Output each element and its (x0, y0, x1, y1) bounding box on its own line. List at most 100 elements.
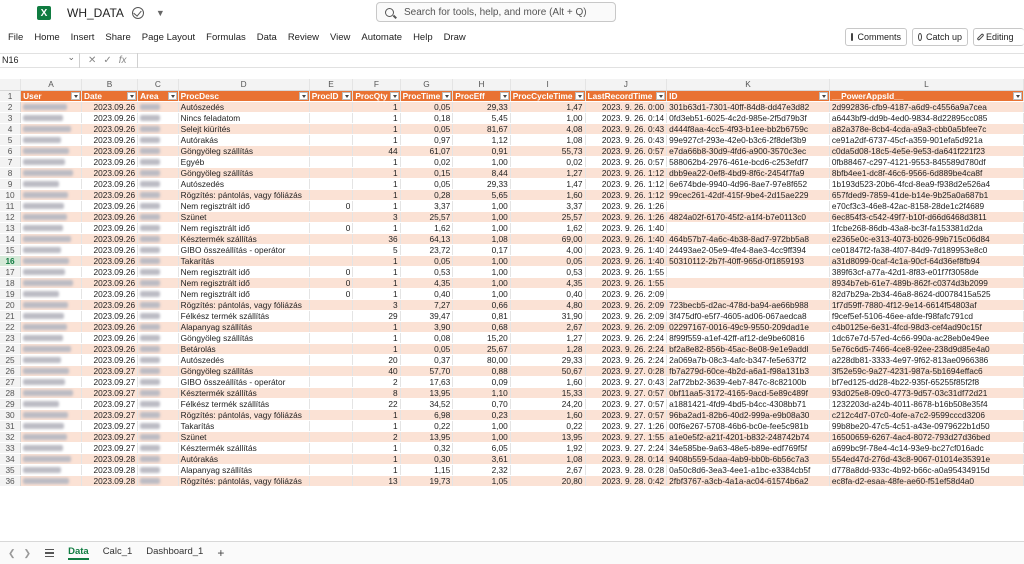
powerappsid-cell[interactable]: 3f52e59c-9a27-4231-987a-5b1694effac6 (829, 365, 1024, 377)
editing-mode-button[interactable]: Editing (973, 28, 1024, 46)
user-cell-redacted[interactable] (20, 365, 82, 377)
lastrecordtime-cell[interactable]: 2023. 9. 26. 1:40 (585, 222, 668, 234)
menu-view[interactable]: View (330, 32, 350, 43)
row-number[interactable]: 32 (0, 431, 22, 443)
proctime-cell[interactable]: 0,28 (400, 189, 454, 201)
menu-draw[interactable]: Draw (444, 32, 466, 43)
procid-cell[interactable] (309, 101, 354, 113)
column-header[interactable]: A (20, 79, 82, 91)
row-number[interactable]: 2 (0, 101, 22, 113)
menu-home[interactable]: Home (34, 32, 59, 43)
user-cell-redacted[interactable] (20, 200, 82, 212)
powerappsid-cell[interactable]: 99b8be20-47c5-4c51-a43e-0979622b1d50 (829, 420, 1024, 432)
area-cell-redacted[interactable] (137, 431, 179, 443)
procid-cell[interactable] (309, 332, 354, 344)
proccycletime-cell[interactable]: 29,33 (510, 354, 586, 366)
procdesc-cell[interactable]: Félkész termék szállítás (178, 310, 310, 322)
row-number[interactable]: 18 (0, 277, 22, 289)
powerappsid-cell[interactable]: 82d7b29a-2b34-46a8-8624-d0078415a525 (829, 288, 1024, 300)
proctime-cell[interactable]: 34,52 (400, 398, 454, 410)
proccycletime-cell[interactable]: 3,37 (510, 200, 586, 212)
procdesc-cell[interactable]: Nem regisztrált idő (178, 222, 310, 234)
powerappsid-cell[interactable]: a228db81-3333-4e97-9f62-813ae0966386 (829, 354, 1024, 366)
menu-page-layout[interactable]: Page Layout (142, 32, 195, 43)
table-header-cell[interactable]: LastRecordTime (585, 90, 668, 102)
id-cell[interactable]: 588062b4-2976-461e-bcd6-c253efdf7 (666, 156, 830, 168)
procqty-cell[interactable]: 1 (352, 156, 401, 168)
sheet-tab-calc-1[interactable]: Calc_1 (103, 546, 133, 560)
date-cell[interactable]: 2023.09.28 (81, 475, 139, 487)
user-cell-redacted[interactable] (20, 222, 82, 234)
procdesc-cell[interactable]: Nem regisztrált idő (178, 277, 310, 289)
filter-dropdown-icon[interactable] (499, 91, 509, 100)
area-cell-redacted[interactable] (137, 354, 179, 366)
powerappsid-cell[interactable]: a31d8099-0caf-4c1a-90cf-64d36ef8fb94 (829, 255, 1024, 267)
id-cell[interactable]: e7da66b8-30d9-4fd6-a900-3570c3ec (666, 145, 830, 157)
powerappsid-cell[interactable]: 8bfb4ee1-dc8f-46c6-9566-6d889be4ca8f (829, 167, 1024, 179)
lastrecordtime-cell[interactable]: 2023. 9. 27. 0:28 (585, 365, 668, 377)
proceff-cell[interactable]: 8,44 (452, 167, 511, 179)
powerappsid-cell[interactable]: e2365e0c-e313-4073-b026-99b715c06d84 (829, 233, 1024, 245)
area-cell-redacted[interactable] (137, 387, 179, 399)
date-cell[interactable]: 2023.09.26 (81, 321, 139, 333)
area-cell-redacted[interactable] (137, 167, 179, 179)
proctime-cell[interactable]: 13,95 (400, 387, 454, 399)
powerappsid-cell[interactable]: c0da5d08-18c5-4e5e-9e53-da641f221f23 (829, 145, 1024, 157)
procdesc-cell[interactable]: Szünet (178, 211, 310, 223)
date-cell[interactable]: 2023.09.27 (81, 365, 139, 377)
id-cell[interactable]: 0fd3eb51-6025-4c2d-985e-2f5d79b3f (666, 112, 830, 124)
proceff-cell[interactable]: 0,17 (452, 244, 511, 256)
powerappsid-cell[interactable]: 1232203d-a24b-4011-8678-b16b508e35f4 (829, 398, 1024, 410)
user-cell-redacted[interactable] (20, 156, 82, 168)
user-cell-redacted[interactable] (20, 310, 82, 322)
proccycletime-cell[interactable]: 1,00 (510, 112, 586, 124)
powerappsid-cell[interactable]: 1fcbe268-86db-43a8-bc3f-fa153381d2da (829, 222, 1024, 234)
proceff-cell[interactable]: 0,68 (452, 321, 511, 333)
filter-dropdown-icon[interactable] (342, 91, 352, 100)
proccycletime-cell[interactable]: 2,67 (510, 321, 586, 333)
proceff-cell[interactable]: 1,12 (452, 134, 511, 146)
proctime-cell[interactable]: 23,72 (400, 244, 454, 256)
procqty-cell[interactable]: 1 (352, 442, 401, 454)
user-cell-redacted[interactable] (20, 189, 82, 201)
procid-cell[interactable]: 0 (309, 277, 354, 289)
powerappsid-cell[interactable]: 657fded9-7859-41de-b14e-9b25a0a687b1 (829, 189, 1024, 201)
procqty-cell[interactable]: 20 (352, 354, 401, 366)
row-number[interactable]: 10 (0, 189, 22, 201)
id-cell[interactable]: 723becb5-d2ac-478d-ba94-ae66b988 (666, 299, 830, 311)
lastrecordtime-cell[interactable]: 2023. 9. 28. 0:42 (585, 475, 668, 487)
procdesc-cell[interactable]: Göngyöleg szállítás (178, 167, 310, 179)
id-cell[interactable] (666, 288, 830, 300)
procid-cell[interactable] (309, 343, 354, 355)
user-cell-redacted[interactable] (20, 409, 82, 421)
filter-dropdown-icon[interactable] (389, 91, 399, 100)
area-cell-redacted[interactable] (137, 321, 179, 333)
id-cell[interactable]: 301b63d1-7301-40ff-84d8-dd47e3d82 (666, 101, 830, 113)
date-cell[interactable]: 2023.09.26 (81, 134, 139, 146)
row-number[interactable]: 30 (0, 409, 22, 421)
powerappsid-cell[interactable]: a82a378e-8cb4-4cda-a9a3-cbb0a5bfee7c (829, 123, 1024, 135)
proccycletime-cell[interactable]: 0,53 (510, 266, 586, 278)
proctime-cell[interactable]: 0,05 (400, 343, 454, 355)
proceff-cell[interactable]: 1,00 (452, 156, 511, 168)
lastrecordtime-cell[interactable]: 2023. 9. 27. 0:57 (585, 409, 668, 421)
column-header[interactable]: J (585, 79, 668, 91)
user-cell-redacted[interactable] (20, 244, 82, 256)
procid-cell[interactable] (309, 255, 354, 267)
row-number[interactable]: 17 (0, 266, 22, 278)
id-cell[interactable]: 2fbf3767-a3cb-4a1a-ac04-61574b6a2 (666, 475, 830, 487)
proccycletime-cell[interactable]: 1,28 (510, 343, 586, 355)
id-cell[interactable]: bf2a8e82-856b-45ac-8e08-9e1e9addl (666, 343, 830, 355)
user-cell-redacted[interactable] (20, 123, 82, 135)
proctime-cell[interactable]: 1,15 (400, 464, 454, 476)
filter-dropdown-icon[interactable] (127, 91, 137, 100)
powerappsid-cell[interactable]: a699bc9f-78e4-4c14-93e9-bc27cf016adc (829, 442, 1024, 454)
id-cell[interactable]: a1e0e5f2-a21f-4201-b832-248742b74 (666, 431, 830, 443)
proceff-cell[interactable]: 1,00 (452, 277, 511, 289)
procdesc-cell[interactable]: Rögzítés: pántolás, vagy fóliázás (178, 189, 310, 201)
proccycletime-cell[interactable]: 13,95 (510, 431, 586, 443)
date-cell[interactable]: 2023.09.26 (81, 255, 139, 267)
proceff-cell[interactable]: 1,00 (452, 420, 511, 432)
proccycletime-cell[interactable]: 1,62 (510, 222, 586, 234)
proccycletime-cell[interactable]: 25,57 (510, 211, 586, 223)
